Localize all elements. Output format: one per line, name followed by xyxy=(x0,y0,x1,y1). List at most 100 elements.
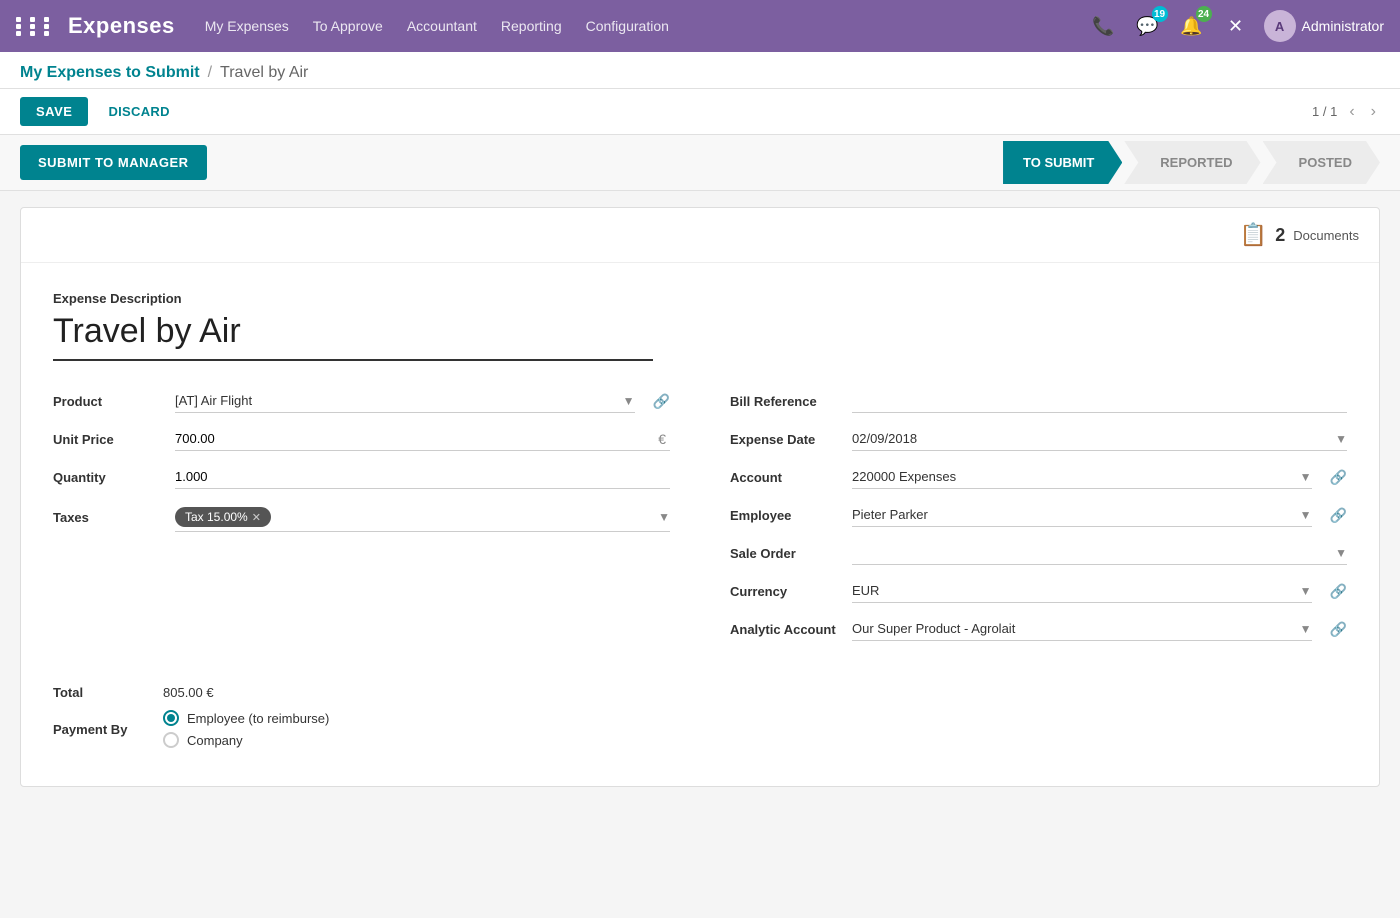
account-external-link-icon[interactable]: 🔗 xyxy=(1330,469,1347,486)
tax-badge-label: Tax 15.00% xyxy=(185,510,248,524)
sale-order-select[interactable] xyxy=(852,541,1347,565)
payment-label: Payment By xyxy=(53,722,163,737)
quantity-input[interactable] xyxy=(175,465,670,489)
status-step-reported: REPORTED xyxy=(1124,141,1260,184)
product-label: Product xyxy=(53,394,163,409)
employee-select-wrapper: Pieter Parker ▼ xyxy=(852,503,1312,527)
content-card: 📋 2 Documents Expense Description Travel… xyxy=(20,207,1380,787)
payment-option-company[interactable]: Company xyxy=(163,732,329,748)
product-row: Product [AT] Air Flight ▼ 🔗 xyxy=(53,389,670,413)
username: Administrator xyxy=(1302,18,1384,34)
analytic-account-label: Analytic Account xyxy=(730,622,840,637)
currency-select[interactable]: EUR xyxy=(852,579,1312,603)
breadcrumb-separator: / xyxy=(208,64,212,82)
documents-label: Documents xyxy=(1293,228,1359,243)
bill-reference-input[interactable] xyxy=(852,389,1347,413)
menu-to-approve[interactable]: To Approve xyxy=(313,14,383,38)
user-menu[interactable]: A Administrator xyxy=(1264,10,1384,42)
expense-description-label: Expense Description xyxy=(53,291,1347,306)
quantity-label: Quantity xyxy=(53,470,163,485)
breadcrumb-bar: My Expenses to Submit / Travel by Air xyxy=(0,52,1400,89)
employee-label: Employee xyxy=(730,508,840,523)
currency-label: Currency xyxy=(730,584,840,599)
documents-header: 📋 2 Documents xyxy=(21,208,1379,263)
payment-option-company-label: Company xyxy=(187,733,243,748)
bill-reference-row: Bill Reference xyxy=(730,389,1347,413)
analytic-account-select[interactable]: Our Super Product - Agrolait xyxy=(852,617,1312,641)
form-right-column: Bill Reference Expense Date 02/09/2018 ▼ xyxy=(730,389,1347,655)
sale-order-select-wrapper: ▼ xyxy=(852,541,1347,565)
documents-icon: 📋 xyxy=(1240,222,1267,248)
status-step-to-submit: TO SUBMIT xyxy=(1003,141,1122,184)
taxes-dropdown-arrow[interactable]: ▼ xyxy=(658,510,670,524)
status-step-posted: POSTED xyxy=(1263,141,1380,184)
expense-date-row: Expense Date 02/09/2018 ▼ xyxy=(730,427,1347,451)
analytic-external-link-icon[interactable]: 🔗 xyxy=(1330,621,1347,638)
unit-price-label: Unit Price xyxy=(53,432,163,447)
save-button[interactable]: SAVE xyxy=(20,97,88,126)
pagination-label: 1 / 1 xyxy=(1312,104,1337,119)
close-icon[interactable]: ✕ xyxy=(1220,10,1252,42)
employee-select[interactable]: Pieter Parker xyxy=(852,503,1312,527)
taxes-label: Taxes xyxy=(53,510,163,525)
total-label: Total xyxy=(53,685,163,700)
product-select[interactable]: [AT] Air Flight xyxy=(175,389,635,413)
total-value: 805.00 € xyxy=(163,685,214,700)
analytic-account-row: Analytic Account Our Super Product - Agr… xyxy=(730,617,1347,641)
prev-page-button[interactable]: ‹ xyxy=(1345,101,1358,123)
product-external-link-icon[interactable]: 🔗 xyxy=(653,393,670,410)
documents-button[interactable]: 📋 2 Documents xyxy=(1240,222,1359,248)
top-nav-right: 📞 💬 19 🔔 24 ✕ A Administrator xyxy=(1088,10,1384,42)
tax-badge-remove[interactable]: ✕ xyxy=(252,511,261,524)
currency-external-link-icon[interactable]: 🔗 xyxy=(1330,583,1347,600)
form-area: Expense Description Travel by Air Produc… xyxy=(21,263,1379,786)
discard-button[interactable]: DISCARD xyxy=(96,97,181,126)
breadcrumb: My Expenses to Submit / Travel by Air xyxy=(20,64,1380,82)
employee-row: Employee Pieter Parker ▼ 🔗 xyxy=(730,503,1347,527)
status-steps: TO SUBMIT REPORTED POSTED xyxy=(1003,141,1380,184)
expense-date-wrapper: 02/09/2018 ▼ xyxy=(852,427,1347,451)
chat-badge: 19 xyxy=(1152,6,1168,22)
top-navigation: Expenses My Expenses To Approve Accounta… xyxy=(0,0,1400,52)
payment-radio-company[interactable] xyxy=(163,732,179,748)
account-select[interactable]: 220000 Expenses xyxy=(852,465,1312,489)
taxes-row: Taxes Tax 15.00% ✕ ▼ xyxy=(53,503,670,532)
apps-grid-icon[interactable] xyxy=(16,17,56,36)
phone-icon[interactable]: 📞 xyxy=(1088,10,1120,42)
payment-options: Employee (to reimburse) Company xyxy=(163,710,329,748)
expense-date-select[interactable]: 02/09/2018 xyxy=(852,427,1347,451)
menu-my-expenses[interactable]: My Expenses xyxy=(205,14,289,38)
breadcrumb-parent[interactable]: My Expenses to Submit xyxy=(20,64,200,82)
chat-icon[interactable]: 💬 19 xyxy=(1132,10,1164,42)
menu-configuration[interactable]: Configuration xyxy=(586,14,669,38)
form-columns: Product [AT] Air Flight ▼ 🔗 Unit Price xyxy=(53,389,1347,655)
action-bar: SAVE DISCARD 1 / 1 ‹ › xyxy=(0,89,1400,135)
unit-price-wrapper: € xyxy=(175,427,670,451)
top-menu: My Expenses To Approve Accountant Report… xyxy=(205,14,1088,38)
payment-radio-employee[interactable] xyxy=(163,710,179,726)
bell-badge: 24 xyxy=(1196,6,1212,22)
sale-order-row: Sale Order ▼ xyxy=(730,541,1347,565)
submit-to-manager-button[interactable]: SUBMIT TO MANAGER xyxy=(20,145,207,180)
status-bar: SUBMIT TO MANAGER TO SUBMIT REPORTED POS… xyxy=(0,135,1400,191)
next-page-button[interactable]: › xyxy=(1367,101,1380,123)
menu-accountant[interactable]: Accountant xyxy=(407,14,477,38)
taxes-select-wrapper: Tax 15.00% ✕ ▼ xyxy=(175,503,670,532)
total-row: Total 805.00 € xyxy=(53,685,1347,700)
sale-order-label: Sale Order xyxy=(730,546,840,561)
payment-option-employee[interactable]: Employee (to reimburse) xyxy=(163,710,329,726)
analytic-select-wrapper: Our Super Product - Agrolait ▼ xyxy=(852,617,1312,641)
bell-icon[interactable]: 🔔 24 xyxy=(1176,10,1208,42)
app-brand: Expenses xyxy=(68,13,175,39)
unit-price-input[interactable] xyxy=(175,427,654,450)
tax-badge[interactable]: Tax 15.00% ✕ xyxy=(175,507,271,527)
currency-select-wrapper: EUR ▼ xyxy=(852,579,1312,603)
documents-count: 2 xyxy=(1275,225,1285,246)
form-left-column: Product [AT] Air Flight ▼ 🔗 Unit Price xyxy=(53,389,670,655)
expense-title[interactable]: Travel by Air xyxy=(53,312,653,361)
currency-row: Currency EUR ▼ 🔗 xyxy=(730,579,1347,603)
employee-external-link-icon[interactable]: 🔗 xyxy=(1330,507,1347,524)
menu-reporting[interactable]: Reporting xyxy=(501,14,562,38)
account-select-wrapper: 220000 Expenses ▼ xyxy=(852,465,1312,489)
unit-price-currency: € xyxy=(654,431,670,447)
